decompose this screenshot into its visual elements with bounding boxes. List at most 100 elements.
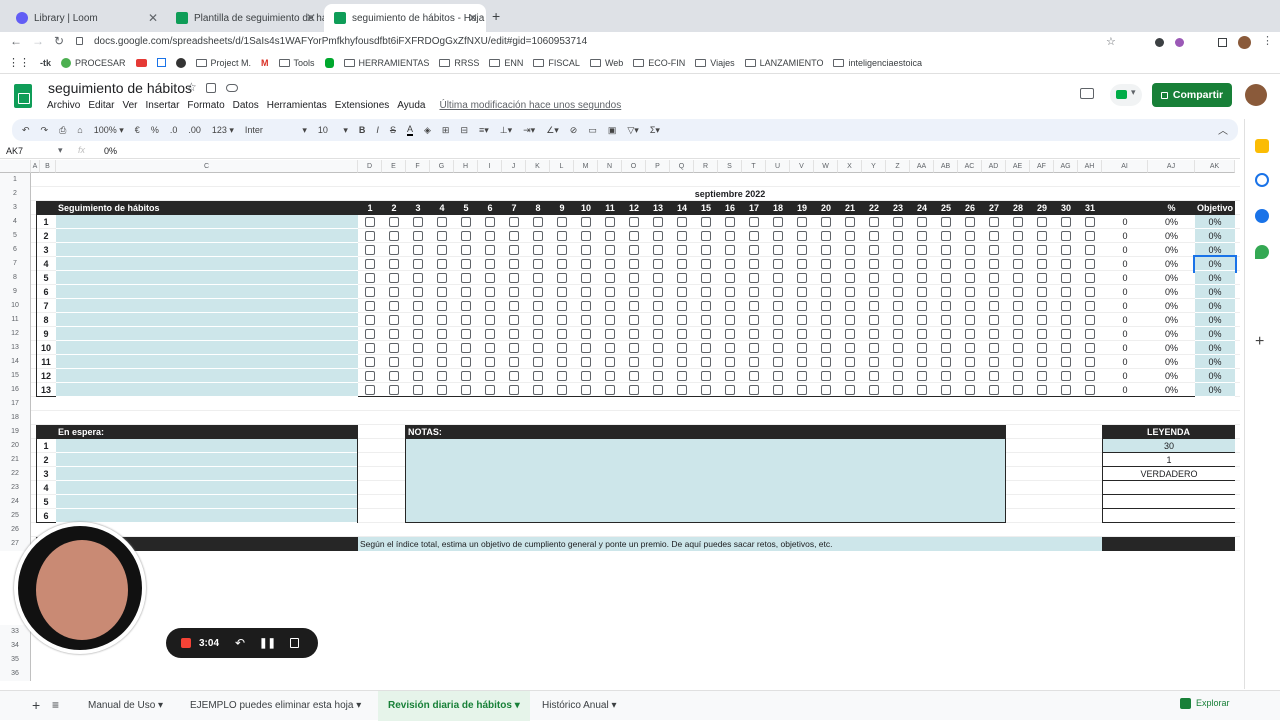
vertical-align-icon[interactable]: ⊥▾: [500, 125, 512, 136]
habit-checkbox[interactable]: [677, 315, 687, 325]
column-header[interactable]: M: [574, 160, 598, 173]
habit-checkbox[interactable]: [581, 259, 591, 269]
habit-checkbox[interactable]: [869, 315, 879, 325]
merge-cells-icon[interactable]: ⊟: [460, 125, 468, 136]
column-header[interactable]: AI: [1102, 160, 1148, 173]
habit-checkbox[interactable]: [989, 259, 999, 269]
habit-checkbox[interactable]: [437, 371, 447, 381]
habit-checkbox[interactable]: [605, 259, 615, 269]
habit-objective[interactable]: 0%: [1195, 299, 1235, 313]
forward-icon[interactable]: →: [32, 34, 44, 48]
row-header[interactable]: 15: [0, 369, 31, 383]
habit-checkbox[interactable]: [533, 231, 543, 241]
habit-checkbox[interactable]: [725, 231, 735, 241]
menu-herramientas[interactable]: Herramientas: [267, 100, 327, 111]
row-header[interactable]: 19: [0, 425, 31, 439]
apps-icon[interactable]: ⋮⋮: [8, 56, 30, 69]
column-header[interactable]: T: [742, 160, 766, 173]
habit-checkbox[interactable]: [725, 357, 735, 367]
habit-checkbox[interactable]: [941, 329, 951, 339]
habit-objective[interactable]: 0%: [1195, 355, 1235, 369]
increase-decimals-button[interactable]: .00: [188, 125, 201, 135]
habit-checkbox[interactable]: [605, 329, 615, 339]
habit-checkbox[interactable]: [893, 287, 903, 297]
horizontal-align-icon[interactable]: ≡▾: [479, 125, 489, 136]
habit-checkbox[interactable]: [1037, 301, 1047, 311]
name-box[interactable]: AK7: [6, 146, 23, 156]
star-icon[interactable]: ☆: [1106, 35, 1116, 48]
habit-checkbox[interactable]: [725, 245, 735, 255]
habit-checkbox[interactable]: [1085, 343, 1095, 353]
habit-name-cell[interactable]: [56, 229, 358, 243]
github-icon[interactable]: [175, 57, 186, 68]
habit-checkbox[interactable]: [533, 315, 543, 325]
leyenda-empty[interactable]: [1102, 495, 1235, 509]
habit-checkbox[interactable]: [797, 385, 807, 395]
bookmark-fiscal[interactable]: FISCAL: [533, 58, 580, 68]
font-size-select[interactable]: 10 ▾: [318, 125, 348, 136]
habit-checkbox[interactable]: [965, 301, 975, 311]
habit-checkbox[interactable]: [725, 385, 735, 395]
column-header[interactable]: AJ: [1148, 160, 1195, 173]
share-button[interactable]: Compartir: [1152, 83, 1232, 107]
habit-checkbox[interactable]: [1013, 245, 1023, 255]
habit-checkbox[interactable]: [893, 231, 903, 241]
habit-checkbox[interactable]: [821, 357, 831, 367]
habit-checkbox[interactable]: [917, 329, 927, 339]
habit-checkbox[interactable]: [1085, 371, 1095, 381]
extension-icon[interactable]: [1155, 38, 1164, 47]
habit-checkbox[interactable]: [1013, 371, 1023, 381]
habit-checkbox[interactable]: [773, 259, 783, 269]
habit-checkbox[interactable]: [821, 273, 831, 283]
habit-checkbox[interactable]: [1013, 217, 1023, 227]
column-header[interactable]: AF: [1030, 160, 1054, 173]
menu-extensiones[interactable]: Extensiones: [335, 100, 389, 111]
habit-checkbox[interactable]: [773, 217, 783, 227]
row-header[interactable]: 6: [0, 243, 31, 257]
gmail-icon[interactable]: M: [261, 58, 269, 68]
habit-checkbox[interactable]: [701, 259, 711, 269]
habit-checkbox[interactable]: [1061, 273, 1071, 283]
habit-checkbox[interactable]: [1061, 315, 1071, 325]
habit-checkbox[interactable]: [821, 329, 831, 339]
document-title[interactable]: seguimiento de hábitos: [48, 80, 192, 96]
currency-format-button[interactable]: €: [135, 125, 140, 135]
calendar-icon[interactable]: [156, 58, 166, 67]
habit-checkbox[interactable]: [557, 287, 567, 297]
habit-checkbox[interactable]: [917, 259, 927, 269]
habit-checkbox[interactable]: [1037, 357, 1047, 367]
row-header[interactable]: 35: [0, 653, 31, 667]
habit-name-cell[interactable]: [56, 285, 358, 299]
habit-checkbox[interactable]: [1061, 357, 1071, 367]
habit-checkbox[interactable]: [677, 371, 687, 381]
habit-name-cell[interactable]: [56, 369, 358, 383]
habit-checkbox[interactable]: [557, 371, 567, 381]
habit-checkbox[interactable]: [869, 329, 879, 339]
habit-checkbox[interactable]: [749, 273, 759, 283]
habit-name-cell[interactable]: [56, 327, 358, 341]
habit-checkbox[interactable]: [533, 273, 543, 283]
habit-checkbox[interactable]: [1085, 273, 1095, 283]
habit-checkbox[interactable]: [701, 217, 711, 227]
sheet-tab-ejemplo[interactable]: EJEMPLO puedes eliminar esta hoja ▾: [180, 691, 371, 721]
habit-checkbox[interactable]: [749, 315, 759, 325]
habit-checkbox[interactable]: [389, 301, 399, 311]
habit-checkbox[interactable]: [1037, 259, 1047, 269]
column-header[interactable]: C: [56, 160, 358, 173]
habit-checkbox[interactable]: [461, 329, 471, 339]
habit-checkbox[interactable]: [941, 245, 951, 255]
habit-checkbox[interactable]: [581, 301, 591, 311]
habit-checkbox[interactable]: [1013, 301, 1023, 311]
text-wrap-icon[interactable]: ⇥▾: [523, 125, 535, 136]
habit-checkbox[interactable]: [653, 217, 663, 227]
habit-checkbox[interactable]: [1085, 231, 1095, 241]
habit-checkbox[interactable]: [1085, 245, 1095, 255]
habit-checkbox[interactable]: [701, 287, 711, 297]
row-header[interactable]: 13: [0, 341, 31, 355]
sheets-logo-icon[interactable]: [14, 84, 32, 108]
habit-checkbox[interactable]: [989, 371, 999, 381]
habit-checkbox[interactable]: [485, 371, 495, 381]
chevron-down-icon[interactable]: ▾: [58, 145, 63, 156]
habit-checkbox[interactable]: [869, 301, 879, 311]
fill-color-icon[interactable]: ◈: [424, 125, 431, 136]
